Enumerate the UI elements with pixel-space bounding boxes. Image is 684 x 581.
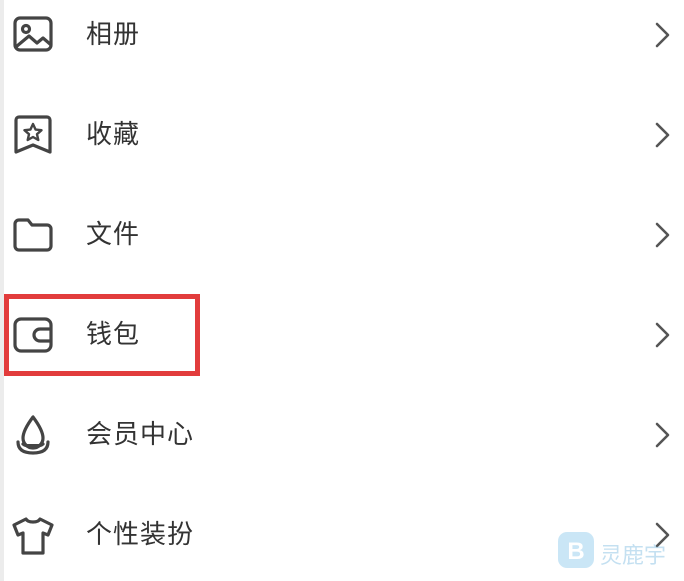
chevron-right-icon — [650, 20, 674, 50]
favorites-star-icon — [10, 112, 56, 158]
menu-item-label: 相册 — [86, 20, 141, 50]
watermark-logo-icon: B — [556, 530, 596, 570]
svg-text:B: B — [567, 538, 584, 565]
menu-item-label: 文件 — [86, 220, 141, 250]
settings-menu-list: 相册 收藏 文件 钱包 会员中心 个性装扮 — [0, 0, 684, 581]
menu-item-favorites[interactable]: 收藏 — [0, 85, 684, 185]
watermark: B 灵鹿宇 — [556, 530, 684, 574]
t-shirt-icon — [10, 513, 56, 559]
watermark-text: 灵鹿宇 — [600, 544, 667, 569]
chevron-right-icon — [650, 120, 674, 150]
member-center-icon — [10, 412, 56, 458]
menu-item-photo-album[interactable]: 相册 — [0, 0, 684, 85]
menu-item-label: 收藏 — [86, 120, 141, 150]
menu-item-label: 会员中心 — [86, 420, 195, 450]
folder-icon — [10, 212, 56, 258]
menu-item-label: 个性装扮 — [86, 520, 195, 550]
chevron-right-icon — [650, 320, 674, 350]
photo-album-icon — [10, 12, 56, 58]
menu-item-member-center[interactable]: 会员中心 — [0, 385, 684, 485]
menu-item-files[interactable]: 文件 — [0, 185, 684, 285]
chevron-right-icon — [650, 420, 674, 450]
highlight-box-wallet — [4, 294, 200, 376]
chevron-right-icon — [650, 220, 674, 250]
